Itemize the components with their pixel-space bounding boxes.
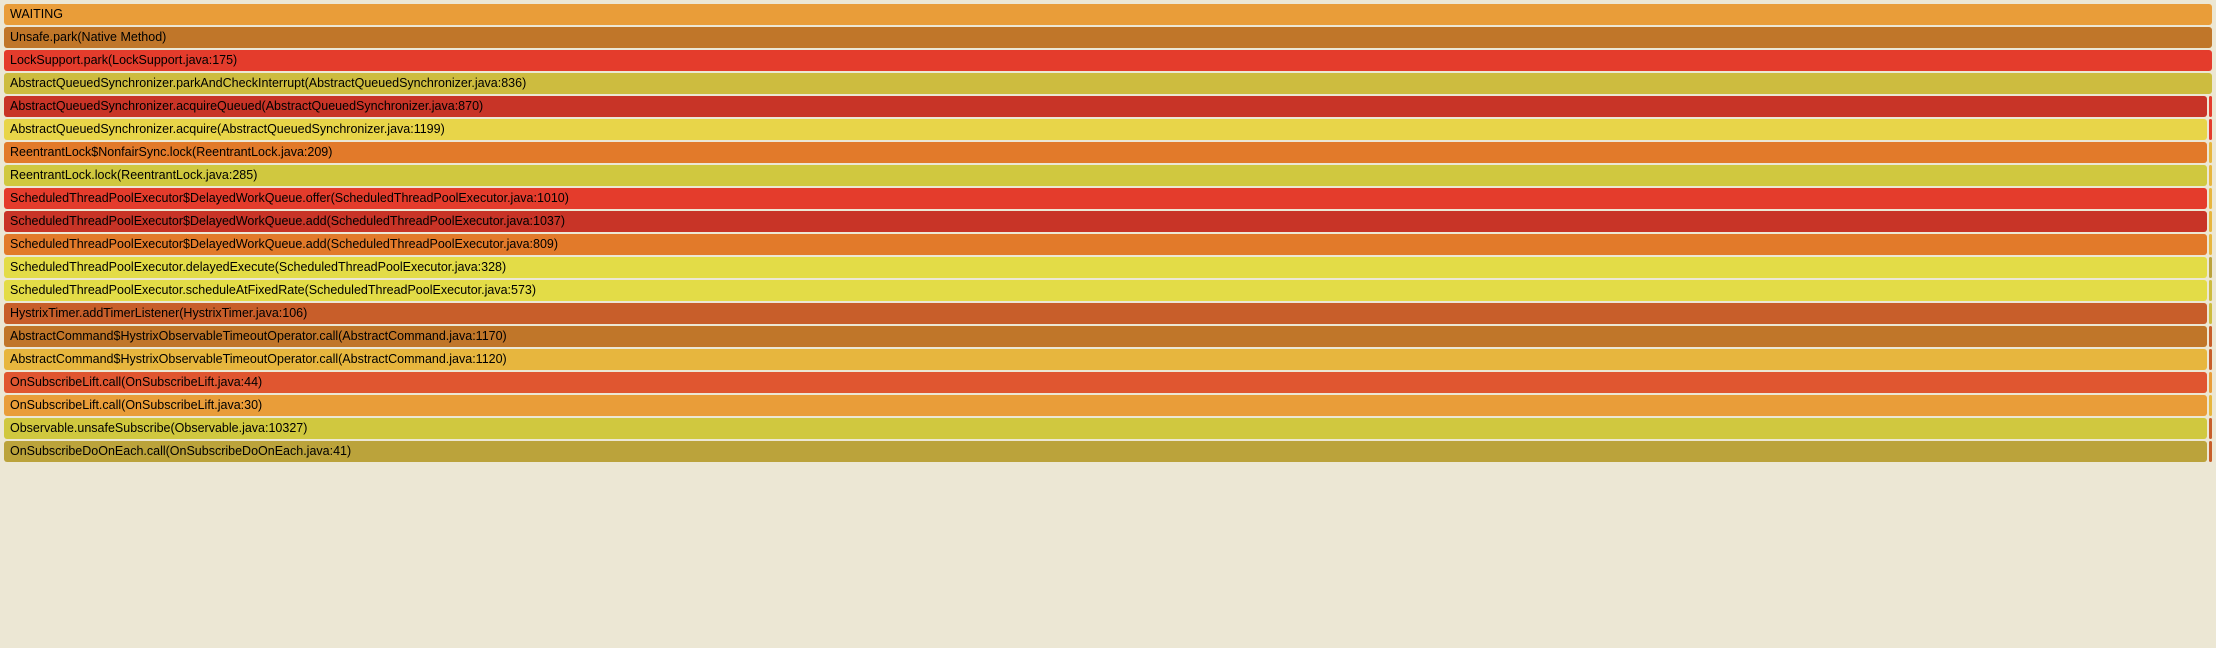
stack-frame-row[interactable]: OnSubscribeLift.call(OnSubscribeLift.jav… <box>4 395 2212 416</box>
stack-frame-row[interactable]: AbstractCommand$HystrixObservableTimeout… <box>4 349 2212 370</box>
stack-frame-bar[interactable]: OnSubscribeDoOnEach.call(OnSubscribeDoOn… <box>4 441 2207 462</box>
stack-frame-row[interactable]: ScheduledThreadPoolExecutor.delayedExecu… <box>4 257 2212 278</box>
stack-frame-sliver[interactable] <box>2209 119 2212 140</box>
stack-frame-row[interactable]: LockSupport.park(LockSupport.java:175) <box>4 50 2212 71</box>
stack-frame-bar[interactable]: ScheduledThreadPoolExecutor.scheduleAtFi… <box>4 280 2207 301</box>
stack-frame-row[interactable]: AbstractQueuedSynchronizer.acquireQueued… <box>4 96 2212 117</box>
stack-frame-sliver[interactable] <box>2209 96 2212 117</box>
stack-frame-bar[interactable]: ReentrantLock.lock(ReentrantLock.java:28… <box>4 165 2207 186</box>
stack-frame-bar[interactable]: LockSupport.park(LockSupport.java:175) <box>4 50 2212 71</box>
stack-frame-row[interactable]: AbstractCommand$HystrixObservableTimeout… <box>4 326 2212 347</box>
stack-frame-bar[interactable]: HystrixTimer.addTimerListener(HystrixTim… <box>4 303 2207 324</box>
stack-frame-bar[interactable]: Observable.unsafeSubscribe(Observable.ja… <box>4 418 2207 439</box>
stack-frame-bar[interactable]: ScheduledThreadPoolExecutor$DelayedWorkQ… <box>4 234 2207 255</box>
stack-frame-bar[interactable]: AbstractCommand$HystrixObservableTimeout… <box>4 326 2207 347</box>
stack-frame-bar[interactable]: AbstractQueuedSynchronizer.acquire(Abstr… <box>4 119 2207 140</box>
stack-frame-row[interactable]: ScheduledThreadPoolExecutor$DelayedWorkQ… <box>4 234 2212 255</box>
stack-frame-row[interactable]: AbstractQueuedSynchronizer.parkAndCheckI… <box>4 73 2212 94</box>
stack-frame-row[interactable]: OnSubscribeDoOnEach.call(OnSubscribeDoOn… <box>4 441 2212 462</box>
stack-frame-sliver[interactable] <box>2209 257 2212 278</box>
stack-frame-row[interactable]: AbstractQueuedSynchronizer.acquire(Abstr… <box>4 119 2212 140</box>
stack-frame-row[interactable]: WAITING <box>4 4 2212 25</box>
stack-frame-row[interactable]: HystrixTimer.addTimerListener(HystrixTim… <box>4 303 2212 324</box>
stack-frame-row[interactable]: Observable.unsafeSubscribe(Observable.ja… <box>4 418 2212 439</box>
stack-frame-bar[interactable]: ScheduledThreadPoolExecutor$DelayedWorkQ… <box>4 188 2207 209</box>
stack-frame-sliver[interactable] <box>2209 395 2212 416</box>
stack-frame-row[interactable]: OnSubscribeLift.call(OnSubscribeLift.jav… <box>4 372 2212 393</box>
stack-frame-sliver[interactable] <box>2209 303 2212 324</box>
stack-frame-sliver[interactable] <box>2209 234 2212 255</box>
stack-frame-row[interactable]: ReentrantLock.lock(ReentrantLock.java:28… <box>4 165 2212 186</box>
stack-frame-bar[interactable]: Unsafe.park(Native Method) <box>4 27 2212 48</box>
stack-frame-bar[interactable]: ReentrantLock$NonfairSync.lock(Reentrant… <box>4 142 2207 163</box>
stack-frame-sliver[interactable] <box>2209 372 2212 393</box>
stack-frame-bar[interactable]: AbstractQueuedSynchronizer.parkAndCheckI… <box>4 73 2212 94</box>
stack-frame-bar[interactable]: ScheduledThreadPoolExecutor.delayedExecu… <box>4 257 2207 278</box>
stack-frame-sliver[interactable] <box>2209 441 2212 462</box>
stack-frame-row[interactable]: ScheduledThreadPoolExecutor.scheduleAtFi… <box>4 280 2212 301</box>
stack-frame-sliver[interactable] <box>2209 142 2212 163</box>
stack-frame-sliver[interactable] <box>2209 211 2212 232</box>
stack-frame-bar[interactable]: OnSubscribeLift.call(OnSubscribeLift.jav… <box>4 395 2207 416</box>
stack-frame-sliver[interactable] <box>2209 188 2212 209</box>
stack-frame-row[interactable]: Unsafe.park(Native Method) <box>4 27 2212 48</box>
stack-frame-sliver[interactable] <box>2209 280 2212 301</box>
stack-frame-sliver[interactable] <box>2209 165 2212 186</box>
stack-frame-bar[interactable]: OnSubscribeLift.call(OnSubscribeLift.jav… <box>4 372 2207 393</box>
stack-frame-bar[interactable]: AbstractQueuedSynchronizer.acquireQueued… <box>4 96 2207 117</box>
stack-frame-bar[interactable]: WAITING <box>4 4 2212 25</box>
stack-frame-sliver[interactable] <box>2209 326 2212 347</box>
stack-frame-row[interactable]: ScheduledThreadPoolExecutor$DelayedWorkQ… <box>4 211 2212 232</box>
stack-frame-bar[interactable]: ScheduledThreadPoolExecutor$DelayedWorkQ… <box>4 211 2207 232</box>
flame-graph: WAITINGUnsafe.park(Native Method)LockSup… <box>4 4 2212 462</box>
stack-frame-sliver[interactable] <box>2209 349 2212 370</box>
stack-frame-row[interactable]: ReentrantLock$NonfairSync.lock(Reentrant… <box>4 142 2212 163</box>
stack-frame-bar[interactable]: AbstractCommand$HystrixObservableTimeout… <box>4 349 2207 370</box>
stack-frame-sliver[interactable] <box>2209 418 2212 439</box>
stack-frame-row[interactable]: ScheduledThreadPoolExecutor$DelayedWorkQ… <box>4 188 2212 209</box>
